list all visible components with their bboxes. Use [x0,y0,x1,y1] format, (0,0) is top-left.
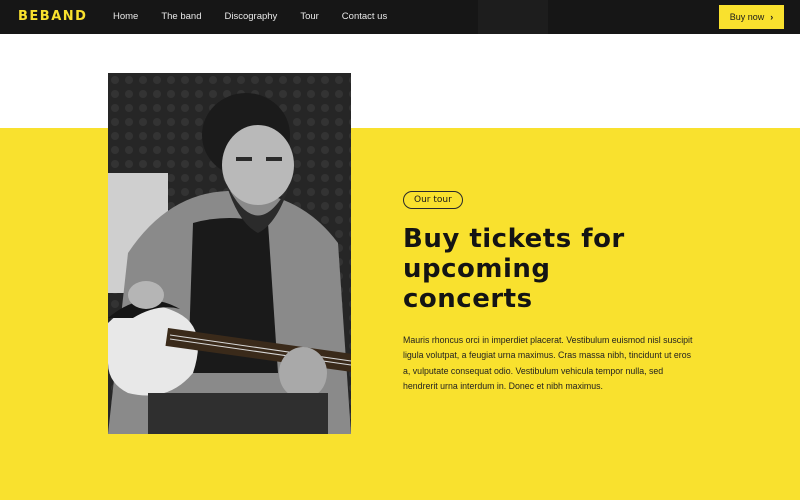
nav-link-the-band[interactable]: The band [161,11,201,22]
nav-link-contact-us[interactable]: Contact us [342,11,387,22]
guitarist-photo [108,73,351,434]
nav-link-home[interactable]: Home [113,11,138,22]
nav-link-tour[interactable]: Tour [300,11,318,22]
hero-heading: Buy tickets for upcoming concerts [403,224,703,314]
nav-link-discography[interactable]: Discography [225,11,278,22]
hero-body-text: Mauris rhoncus orci in imperdiet placera… [403,335,693,391]
brand-logo[interactable]: BEBAND [18,9,87,24]
hero-heading-line-1: Buy tickets for [403,224,625,254]
top-navbar: BEBAND Home The band Discography Tour Co… [0,0,800,34]
chevron-right-icon: › [770,12,774,22]
buy-now-button[interactable]: Buy now › [719,5,784,29]
section-tag: Our tour [403,191,463,209]
hero-heading-line-3: concerts [403,284,533,314]
buy-now-label: Buy now [729,12,765,22]
nav-links: Home The band Discography Tour Contact u… [113,11,410,22]
hero-heading-line-2: upcoming [403,254,551,284]
nav-shade [478,0,548,34]
